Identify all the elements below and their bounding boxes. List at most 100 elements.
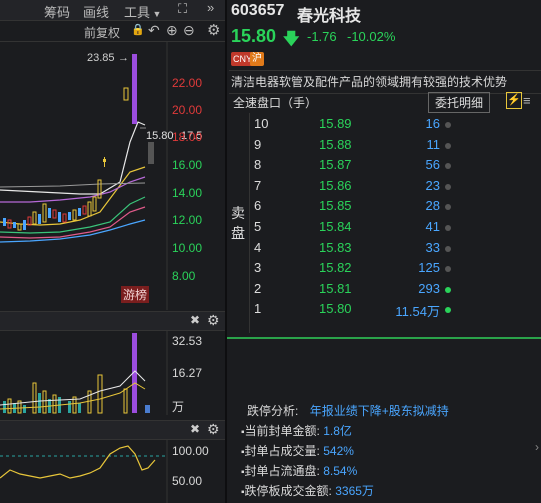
expand-right-icon[interactable]: » [207, 0, 214, 15]
orderbook-row[interactable]: 9 15.88 11 [227, 137, 541, 157]
indicator-tick: 100.00 [172, 444, 209, 458]
undo-icon[interactable]: ↶ [148, 22, 160, 39]
chart-pane: 筹码 画线 工具 ▼ ⛶ » 前复权 🔒 ↶ ⊕ ⊖ ⚙ 23.85 → 15.… [0, 0, 226, 503]
level-price: 15.83 [319, 239, 352, 255]
info-label: 封单占流通盘: [244, 464, 320, 478]
volume-tick: 32.53 [172, 334, 203, 348]
limit-analysis-value[interactable]: 年报业绩下降+股东拟减持 [310, 404, 449, 418]
orderbook-row[interactable]: 1 15.80 11.54万 [227, 301, 541, 321]
current-label: 15.80 [146, 130, 174, 142]
level-number: 2 [254, 280, 262, 296]
orderbook-row[interactable]: 3 15.82 125 [227, 260, 541, 280]
level-number: 1 [254, 301, 262, 317]
stock-name: 春光科技 [297, 8, 362, 25]
adjust-mode[interactable]: 前复权 [84, 24, 120, 41]
settings-icon[interactable]: ⚙ [207, 312, 220, 329]
zoom-out-icon[interactable]: ⊖ [183, 22, 195, 39]
quote-pane: 603657 春光科技 15.80 🡇 -1.76 -10.02% CNY 沪 … [227, 0, 541, 503]
level-indicator-dot [445, 225, 451, 231]
level-indicator-dot [445, 204, 451, 211]
bid-ask-divider [227, 337, 541, 339]
level-price: 15.89 [319, 116, 352, 131]
close-icon[interactable]: ✖ [190, 313, 200, 327]
level-indicator-dot [445, 142, 451, 149]
fullscreen-icon[interactable]: ⛶ [178, 1, 187, 17]
settings-icon[interactable]: ⚙ [207, 421, 220, 438]
info-value: 542% [323, 444, 354, 458]
price-tick: 12.00 [172, 213, 203, 227]
price-change-pct: -10.02% [347, 29, 396, 44]
level-indicator-dot [445, 163, 451, 170]
level-number: 3 [254, 260, 262, 276]
chart-toolbar: 前复权 🔒 ↶ ⊕ ⊖ ⚙ [0, 21, 226, 42]
dragon-tiger-tag[interactable]: 游榜 [121, 286, 150, 303]
order-detail-button[interactable]: 委托明细 [428, 92, 491, 113]
info-row: ▪当前封单金额: 1.8亿 [241, 424, 352, 438]
level-number: 6 [254, 198, 262, 214]
info-label: 跌停板成交金额: [244, 484, 332, 498]
level-price: 15.80 [319, 301, 352, 317]
level-number: 5 [254, 219, 262, 234]
volume-chart[interactable] [0, 331, 170, 415]
orderbook-row[interactable]: 4 15.83 33 [227, 240, 541, 260]
level-volume: 16 [425, 116, 440, 131]
high-arrow-icon: → [118, 52, 129, 64]
orderbook-row[interactable]: 10 15.89 16 [227, 116, 541, 136]
price-tick: 18.00 [172, 130, 203, 144]
level-indicator-dot [445, 286, 451, 293]
level-volume: 125 [418, 260, 440, 276]
indicator-tick: 50.00 [172, 474, 203, 488]
level-indicator-dot [445, 307, 451, 314]
tools-menu[interactable]: 工具 ▼ [124, 2, 161, 21]
level-number: 8 [254, 157, 262, 173]
level-number: 9 [254, 136, 262, 152]
indicator-pane-header: ✖ ⚙ [0, 420, 226, 440]
level-volume: 41 [425, 219, 440, 234]
down-arrow-icon: 🡇 [283, 31, 300, 48]
volume-unit: 万 [172, 400, 185, 414]
menu-icon[interactable]: ≡ [523, 93, 531, 108]
info-value: 8.54% [323, 464, 358, 478]
zoom-in-icon[interactable]: ⊕ [166, 22, 178, 39]
close-icon[interactable]: ✖ [190, 422, 200, 436]
level-volume: 293 [418, 280, 440, 296]
orderbook-title: 全速盘口（手） [233, 96, 318, 110]
level-price: 15.88 [319, 136, 352, 152]
price-tick: 20.00 [172, 103, 203, 117]
level-price: 15.81 [319, 280, 352, 296]
dropdown-triangle-icon: ▼ [150, 9, 162, 19]
chart-topbar: 筹码 画线 工具 ▼ ⛶ » [0, 0, 226, 21]
collapse-arrow-icon[interactable]: › [535, 440, 539, 454]
chips-menu[interactable]: 筹码 [44, 2, 70, 21]
level-volume: 11 [426, 136, 441, 152]
level-price: 15.82 [319, 260, 352, 276]
price-tick: 14.00 [172, 186, 203, 200]
level-number: 7 [254, 177, 262, 193]
info-row: ▪跌停板成交金额: 3365万 [241, 484, 374, 498]
high-label: 23.85 [87, 52, 115, 64]
info-row: ▪封单占成交量: 542% [241, 444, 354, 458]
orderbook-row[interactable]: 7 15.86 23 [227, 178, 541, 198]
indicator-chart[interactable] [0, 440, 170, 503]
orderbook-row[interactable]: 2 15.81 293 [227, 281, 541, 301]
exchange-badge: 沪 [250, 52, 264, 66]
draw-line-menu[interactable]: 画线 [83, 2, 109, 21]
level-volume: 28 [425, 198, 440, 214]
level-indicator-dot [445, 122, 451, 128]
price-tick: 16.00 [172, 158, 203, 172]
info-label: 当前封单金额: [244, 424, 320, 438]
info-value: 1.8亿 [323, 424, 352, 438]
orderbook-row[interactable]: 6 15.85 28 [227, 198, 541, 218]
level-price: 15.84 [319, 219, 352, 234]
stock-code: 603657 [231, 2, 285, 19]
lightning-icon[interactable]: ⚡ [506, 92, 522, 109]
lock-icon[interactable]: 🔒 [131, 23, 145, 36]
price-change: -1.76 [307, 29, 337, 44]
orderbook-row[interactable]: 8 15.87 56 [227, 157, 541, 177]
settings-icon[interactable]: ⚙ [207, 21, 220, 39]
limit-analysis-label: 跌停分析: [247, 404, 299, 418]
ma-line-blue [0, 219, 146, 243]
level-price: 15.86 [319, 177, 352, 193]
orderbook-row[interactable]: 5 15.84 41 [227, 219, 541, 239]
tools-label: 工具 [124, 5, 151, 20]
